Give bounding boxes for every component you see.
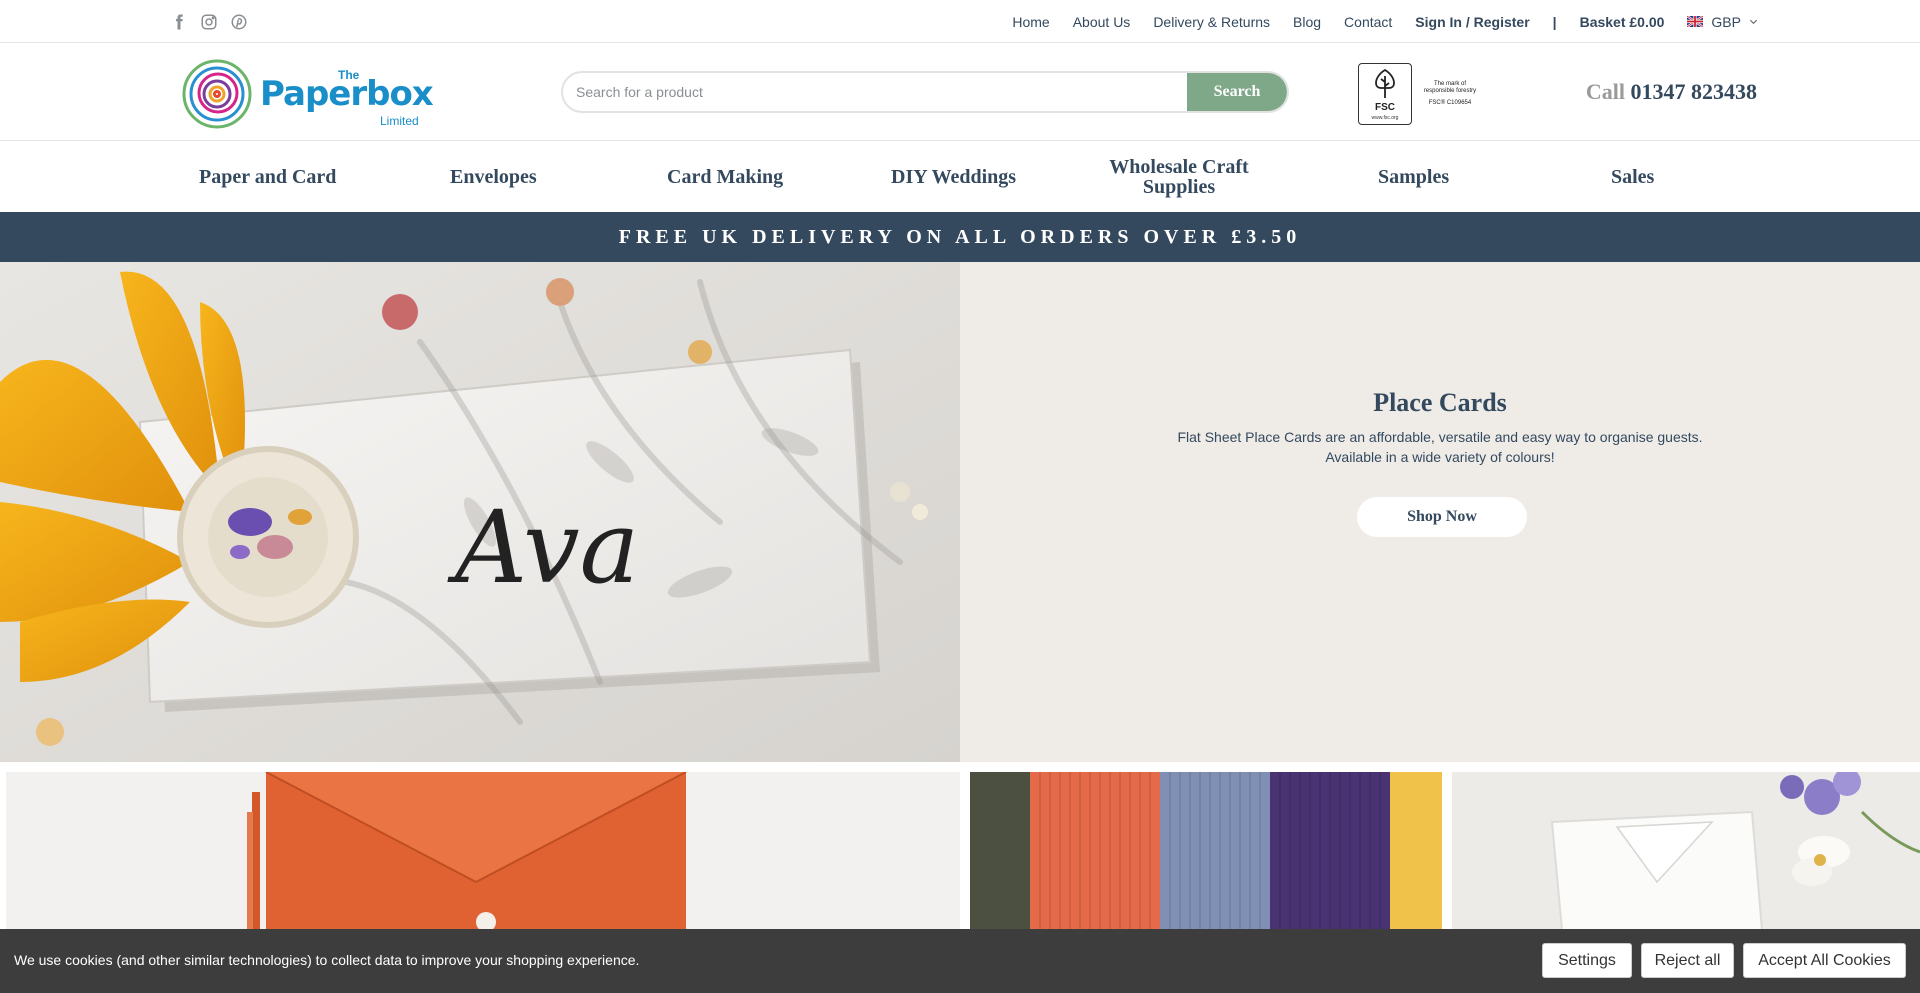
social-links [170, 13, 248, 31]
phone-digits: 01347 823438 [1630, 79, 1758, 104]
nav-label: Samples [1378, 165, 1450, 188]
fsc-badge: FSC www.fsc.org The mark of responsible … [1358, 63, 1483, 125]
phone-number[interactable]: Call 01347 823438 [1586, 79, 1757, 105]
nav-envelopes[interactable]: Envelopes [450, 141, 537, 212]
nav-label: DIY Weddings [891, 165, 1017, 188]
top-nav-blog[interactable]: Blog [1293, 14, 1321, 30]
hero-panel: Place Cards Flat Sheet Place Cards are a… [960, 262, 1920, 762]
fsc-label: FSC [1375, 102, 1395, 113]
tile-white-envelope[interactable] [1452, 772, 1920, 930]
cookie-banner: We use cookies (and other similar techno… [0, 929, 1920, 993]
top-nav-delivery-returns[interactable]: Delivery & Returns [1153, 14, 1270, 30]
tile-orange-envelopes[interactable] [6, 772, 960, 930]
nav-label: Envelopes [450, 165, 537, 188]
cookie-message: We use cookies (and other similar techno… [14, 952, 640, 968]
site-header: The Paperbox Limited Search FSC www.fsc.… [0, 43, 1920, 141]
white-envelope-flowers-image [1452, 772, 1920, 930]
tile-coloured-card[interactable] [970, 772, 1442, 930]
hero-title: Place Cards [1373, 388, 1507, 417]
nav-card-making[interactable]: Card Making [667, 141, 783, 212]
top-utility-bar: Home About Us Delivery & Returns Blog Co… [0, 0, 1920, 43]
place-card-photo: Ava [0, 262, 960, 762]
coloured-card-stack-image [970, 772, 1442, 930]
site-logo[interactable]: The Paperbox Limited [180, 53, 440, 133]
search-form: Search [561, 71, 1289, 113]
fsc-logo: FSC www.fsc.org [1358, 63, 1412, 125]
chevron-down-icon [1749, 19, 1758, 25]
facebook-icon[interactable] [170, 13, 188, 31]
orange-envelopes-image [6, 772, 960, 930]
top-nav-contact[interactable]: Contact [1344, 14, 1392, 30]
reject-all-button[interactable]: Reject all [1641, 943, 1734, 978]
currency-label: GBP [1711, 13, 1741, 30]
paperbox-swirl-icon [182, 59, 252, 129]
main-nav: Paper and Card Envelopes Card Making DIY… [0, 141, 1920, 321]
nav-label: Card Making [667, 165, 784, 188]
logo-suffix: Limited [380, 114, 419, 128]
top-nav-about-us[interactable]: About Us [1073, 14, 1131, 30]
hero-image[interactable]: Ava [0, 262, 960, 762]
fsc-code: FSC® C109654 [1428, 100, 1472, 106]
nav-samples[interactable]: Samples [1378, 141, 1449, 212]
instagram-icon[interactable] [200, 13, 218, 31]
currency-selector[interactable]: GBP [1687, 14, 1758, 30]
fsc-tagline-block: The mark of responsible forestry FSC® C1… [1419, 81, 1481, 107]
basket-link[interactable]: Basket £0.00 [1580, 14, 1665, 30]
phone-prefix: Call [1585, 79, 1625, 104]
search-button[interactable]: Search [1187, 73, 1287, 111]
nav-sales[interactable]: Sales [1611, 141, 1654, 212]
sign-in-register-link[interactable]: Sign In / Register [1415, 14, 1529, 30]
nav-label: Wholesale Craft Supplies [1109, 155, 1249, 198]
nav-wholesale-craft-supplies[interactable]: Wholesale Craft Supplies [1100, 141, 1258, 212]
top-nav-home[interactable]: Home [1012, 14, 1049, 30]
tree-icon [1375, 68, 1395, 98]
top-nav: Home About Us Delivery & Returns Blog Co… [989, 0, 1758, 43]
uk-flag-icon [1687, 16, 1704, 27]
fsc-tagline: The mark of responsible forestry [1423, 81, 1477, 94]
nav-paper-and-card[interactable]: Paper and Card [199, 141, 336, 212]
top-nav-separator: | [1552, 13, 1557, 30]
search-input[interactable] [563, 73, 1191, 111]
cookie-settings-button[interactable]: Settings [1542, 943, 1632, 978]
fsc-url: www.fsc.org [1371, 115, 1399, 121]
logo-name: Paperbox [260, 74, 434, 114]
nav-label: Sales [1611, 165, 1655, 188]
hero-description: Flat Sheet Place Cards are an affordable… [1177, 429, 1703, 465]
promo-text: FREE UK DELIVERY ON ALL ORDERS OVER £3.5… [618, 225, 1302, 248]
logo-wordmark: The Paperbox Limited [260, 56, 435, 130]
shop-now-button[interactable]: Shop Now [1357, 497, 1527, 537]
pinterest-icon[interactable] [230, 13, 248, 31]
nav-diy-weddings[interactable]: DIY Weddings [891, 141, 1016, 212]
place-card-name: Ava [447, 489, 639, 606]
accept-all-cookies-button[interactable]: Accept All Cookies [1743, 943, 1906, 978]
nav-label: Paper and Card [199, 165, 337, 188]
promo-banner[interactable]: FREE UK DELIVERY ON ALL ORDERS OVER £3.5… [0, 212, 1920, 262]
